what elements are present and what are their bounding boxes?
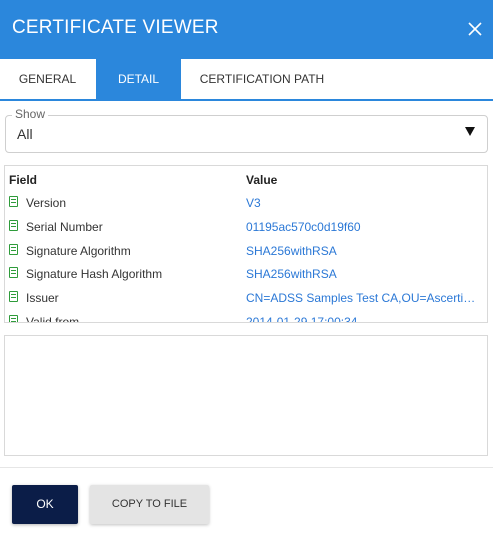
certificate-fields-grid[interactable]: Field Value Version V3 Serial Number 011… xyxy=(4,165,488,323)
field-name: Issuer xyxy=(26,291,59,305)
table-row[interactable]: Signature Algorithm SHA256withRSA xyxy=(5,239,487,262)
show-select[interactable] xyxy=(5,115,488,153)
field-icon xyxy=(9,196,18,207)
field-icon xyxy=(9,315,18,322)
column-header-value: Value xyxy=(246,173,278,187)
table-row[interactable]: Signature Hash Algorithm SHA256withRSA xyxy=(5,262,487,285)
dialog-title: CERTIFICATE VIEWER xyxy=(12,17,219,38)
table-row[interactable]: Valid from 2014-01-29 17:00:34 xyxy=(5,310,487,323)
field-icon xyxy=(9,220,18,231)
field-value: 01195ac570c0d19f60 xyxy=(246,220,361,234)
column-header-field: Field xyxy=(9,173,38,187)
show-selected-value[interactable]: All xyxy=(17,126,33,142)
field-icon xyxy=(9,267,18,278)
field-name: Signature Algorithm xyxy=(26,244,131,258)
field-value: 2014-01-29 17:00:34 xyxy=(246,315,358,323)
table-row[interactable]: Version V3 xyxy=(5,191,487,214)
field-icon xyxy=(9,291,18,302)
table-row[interactable]: Issuer CN=ADSS Samples Test CA,OU=Ascert… xyxy=(5,286,487,309)
field-name: Valid from xyxy=(26,315,80,323)
dialog-header: CERTIFICATE VIEWER xyxy=(0,0,493,59)
field-detail-panel[interactable] xyxy=(4,335,488,456)
tab-detail[interactable]: DETAIL xyxy=(96,59,181,99)
footer-divider xyxy=(0,467,493,468)
tab-bar: GENERAL DETAIL CERTIFICATION PATH xyxy=(0,59,493,101)
close-icon[interactable] xyxy=(461,15,489,43)
field-value: SHA256withRSA xyxy=(246,244,337,258)
copy-to-file-button[interactable]: COPY TO FILE xyxy=(90,485,209,524)
field-value: V3 xyxy=(246,196,261,210)
field-icon xyxy=(9,244,18,255)
table-row[interactable]: Serial Number 01195ac570c0d19f60 xyxy=(5,215,487,238)
field-name: Signature Hash Algorithm xyxy=(26,267,163,281)
ok-button[interactable]: OK xyxy=(12,485,78,524)
tab-general[interactable]: GENERAL xyxy=(0,59,95,99)
field-name: Version xyxy=(26,196,67,210)
tab-certification-path[interactable]: CERTIFICATION PATH xyxy=(182,59,342,99)
field-value: CN=ADSS Samples Test CA,OU=Ascertia Soft… xyxy=(246,291,481,305)
show-label: Show xyxy=(12,107,49,121)
field-value: SHA256withRSA xyxy=(246,267,337,281)
dropdown-arrow-icon[interactable] xyxy=(465,127,475,136)
field-name: Serial Number xyxy=(26,220,103,234)
